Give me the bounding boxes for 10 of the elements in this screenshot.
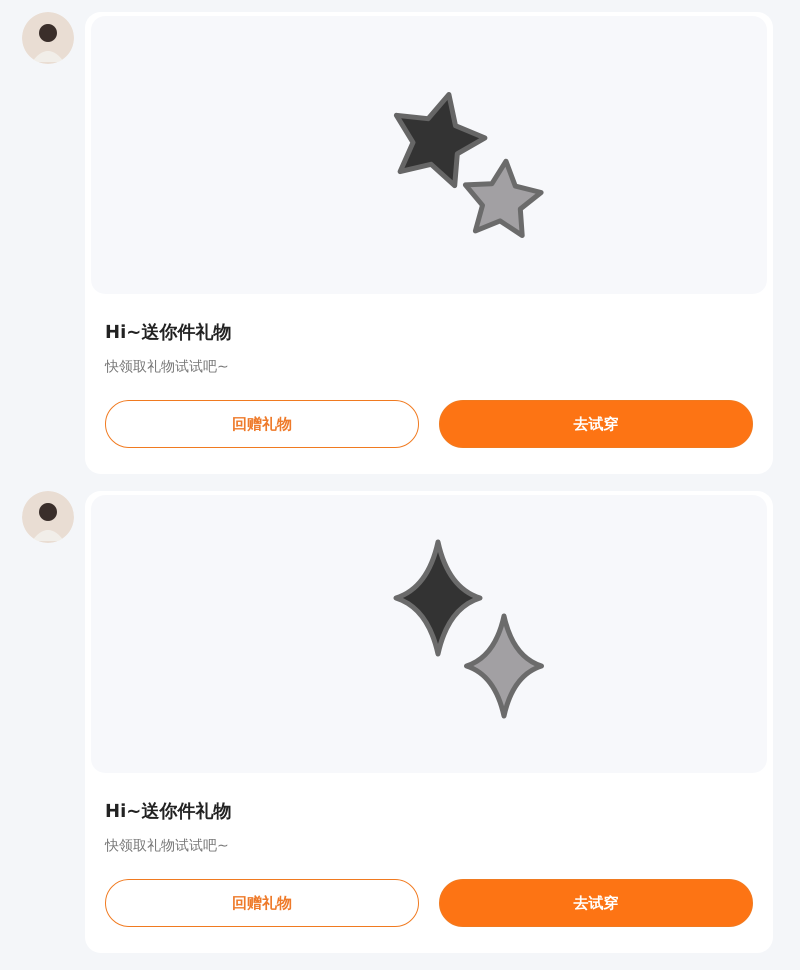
return-gift-button[interactable]: 回赠礼物 xyxy=(105,400,419,448)
gift-subtitle: 快领取礼物试试吧~ xyxy=(105,837,230,855)
avatar[interactable] xyxy=(22,12,74,64)
gift-title: Hi~送你件礼物 xyxy=(105,800,232,823)
return-gift-button[interactable]: 回赠礼物 xyxy=(105,879,419,927)
avatar[interactable] xyxy=(22,491,74,543)
gift-subtitle: 快领取礼物试试吧~ xyxy=(105,358,230,376)
gift-title: Hi~送你件礼物 xyxy=(105,321,232,344)
try-on-button[interactable]: 去试穿 xyxy=(439,400,753,448)
try-on-button[interactable]: 去试穿 xyxy=(439,879,753,927)
